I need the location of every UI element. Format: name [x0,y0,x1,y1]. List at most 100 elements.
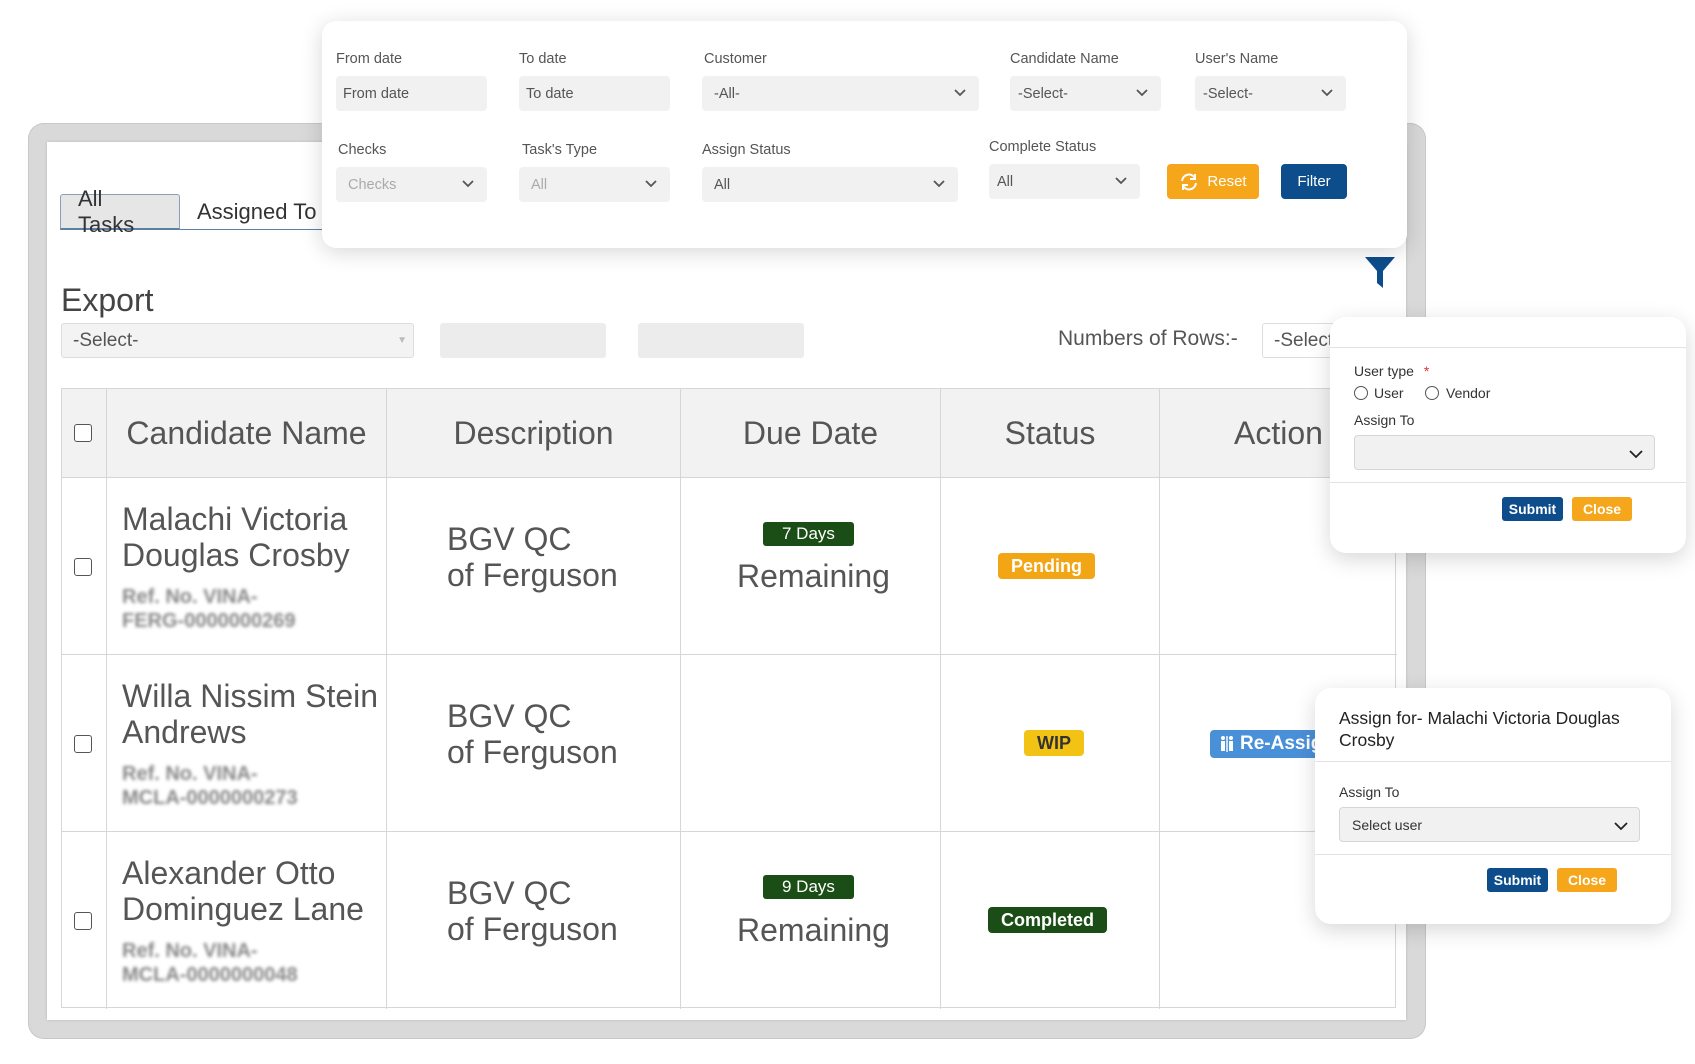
chevron-down-icon [933,180,945,188]
user-type-popup: User type * User Vendor Assign To Submit… [1330,317,1686,553]
select-user-value: Select user [1352,816,1423,833]
reference-number: Ref. No. VINA- MCLA-0000000048 [122,940,298,986]
table-row: Malachi Victoria Douglas Crosby Ref. No. … [62,478,1397,655]
users-name-label: User's Name [1195,51,1279,67]
submit-button[interactable]: Submit [1487,868,1548,892]
caret-icon: ▼ [397,335,407,346]
required-mark: * [1423,363,1430,379]
chevron-down-icon [462,180,474,188]
header-status[interactable]: Status [941,389,1160,478]
blank-button[interactable] [440,323,606,358]
header-candidate-name[interactable]: Candidate Name [107,389,387,478]
rows-label: Numbers of Rows:- [1058,327,1238,350]
complete-status-select[interactable]: All [989,164,1140,199]
task-description: BGV QC of Ferguson [447,521,618,593]
customer-label: Customer [704,51,767,67]
user-radio[interactable] [1354,386,1368,400]
tab-all-tasks[interactable]: All Tasks [60,186,180,237]
select-all-checkbox[interactable] [74,424,92,442]
remaining-text: Remaining [737,912,890,948]
candidate-name-select[interactable]: -Select- [1010,76,1161,111]
tab-assigned-to[interactable]: Assigned To [180,194,340,230]
blank-button[interactable] [638,323,804,358]
chevron-down-icon [645,180,657,188]
assign-popup-title: Assign for- Malachi Victoria Douglas Cro… [1339,708,1620,750]
row-checkbox[interactable] [74,912,92,930]
candidate-name: Willa Nissim Stein Andrews [122,678,379,750]
assign-status-select-value: All [714,176,731,193]
tasks-table: Candidate Name Description Due Date Stat… [61,388,1397,1009]
assign-to-label: Assign To [1354,412,1415,428]
chevron-down-icon [1321,89,1333,97]
assign-to-label: Assign To [1339,784,1400,800]
status-badge: Completed [988,907,1108,933]
customer-select[interactable]: -All- [702,76,979,111]
complete-status-select-value: All [997,173,1014,190]
days-badge: 9 Days [763,875,854,899]
header-description[interactable]: Description [387,389,681,478]
candidate-name-label: Candidate Name [1010,51,1119,67]
task-type-label: Task's Type [522,142,598,158]
assign-popup: Assign for- Malachi Victoria Douglas Cro… [1315,688,1671,924]
checks-label: Checks [338,142,387,158]
chevron-down-icon [954,89,966,97]
export-select-value: -Select- [73,330,139,351]
to-date-input[interactable]: To date [519,76,670,111]
candidate-name-select-value: -Select- [1018,85,1068,102]
divider [1315,761,1671,762]
reference-number: Ref. No. VINA- FERG-0000000269 [122,586,296,632]
checks-select[interactable]: Checks [336,167,487,202]
due-date-cell [681,655,941,832]
status-badge: Pending [998,553,1095,579]
from-date-label: From date [336,51,403,67]
row-checkbox[interactable] [74,735,92,753]
chevron-down-icon [1136,89,1148,97]
reset-label: Reset [1207,173,1247,190]
vendor-radio-label: Vendor [1446,385,1491,401]
header-due-date[interactable]: Due Date [681,389,941,478]
assign-status-select[interactable]: All [702,167,958,202]
user-radio-label: User [1374,385,1404,401]
header-select-cell [62,389,107,478]
filter-button[interactable]: Filter [1281,164,1347,199]
filter-panel: From date From date To date To date Cust… [322,21,1407,248]
export-select[interactable]: -Select- ▼ [61,323,414,358]
users-name-select-value: -Select- [1203,85,1253,102]
export-label: Export [61,282,154,318]
assign-to-select[interactable] [1354,435,1655,470]
close-button[interactable]: Close [1572,497,1632,521]
status-badge: WIP [1024,730,1084,756]
row-checkbox[interactable] [74,558,92,576]
divider [1315,854,1671,855]
remaining-text: Remaining [737,558,890,594]
divider [1330,482,1686,483]
filter-funnel-icon[interactable] [1364,255,1396,289]
chevron-down-icon [1629,450,1643,459]
refresh-icon [1181,173,1198,190]
task-type-select[interactable]: All [519,167,670,202]
task-description: BGV QC of Ferguson [447,698,618,770]
divider [1330,347,1686,348]
to-date-label: To date [519,51,567,67]
task-description: BGV QC of Ferguson [447,875,618,947]
vendor-radio[interactable] [1425,386,1439,400]
candidate-name: Malachi Victoria Douglas Crosby [122,501,350,573]
reset-button[interactable]: Reset [1167,164,1259,199]
submit-button[interactable]: Submit [1502,497,1563,521]
candidate-name: Alexander Otto Dominguez Lane [122,855,364,927]
close-button[interactable]: Close [1557,868,1617,892]
checks-select-value: Checks [348,176,397,193]
table-row: Alexander Otto Dominguez Lane Ref. No. VI… [62,832,1397,1009]
task-type-select-value: All [531,176,548,193]
complete-status-label: Complete Status [989,139,1097,155]
user-type-label: User type * [1354,363,1430,379]
users-name-select[interactable]: -Select- [1195,76,1346,111]
reassign-icon [1221,736,1233,752]
chevron-down-icon [1614,822,1628,831]
days-badge: 7 Days [763,522,854,546]
table-row: Willa Nissim Stein Andrews Ref. No. VINA-… [62,655,1397,832]
select-user-dropdown[interactable]: Select user [1339,807,1640,842]
chevron-down-icon [1115,177,1127,185]
assign-status-label: Assign Status [702,142,791,158]
from-date-input[interactable]: From date [336,76,487,111]
